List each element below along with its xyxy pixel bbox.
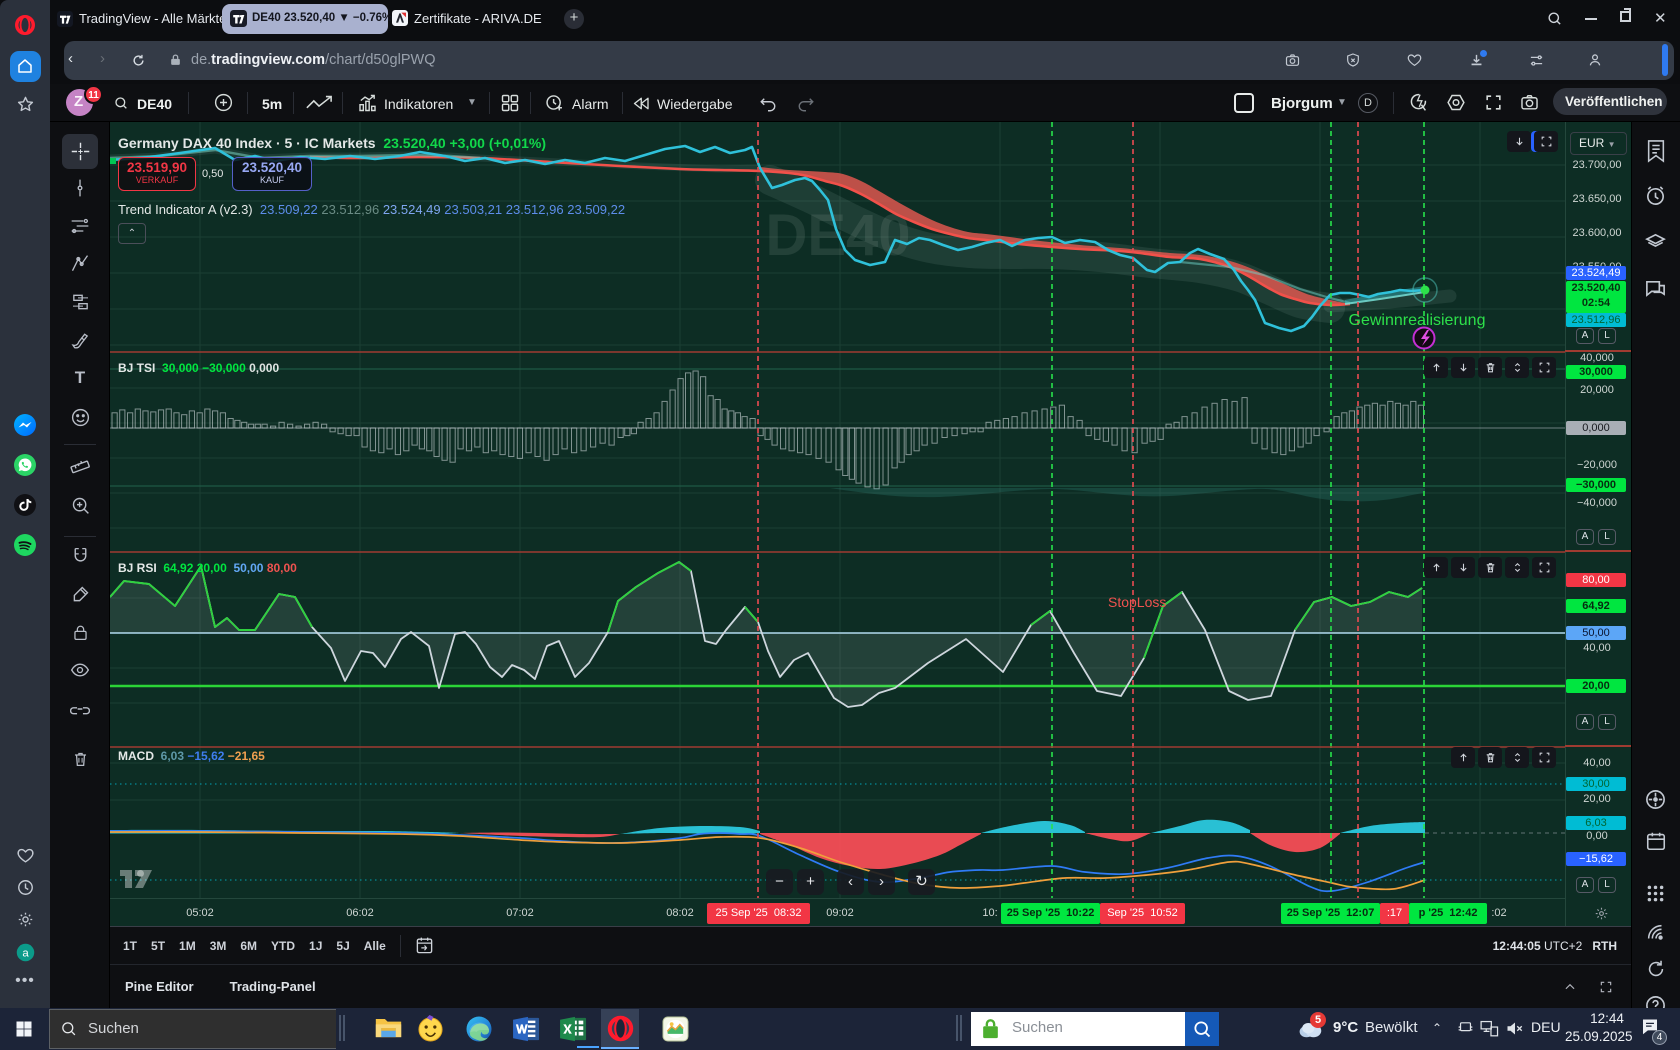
svg-text:a: a: [22, 947, 29, 959]
svg-text:StopLoss: StopLoss: [1108, 594, 1166, 610]
svg-text:Gewinnrealisierung: Gewinnrealisierung: [1349, 312, 1486, 329]
